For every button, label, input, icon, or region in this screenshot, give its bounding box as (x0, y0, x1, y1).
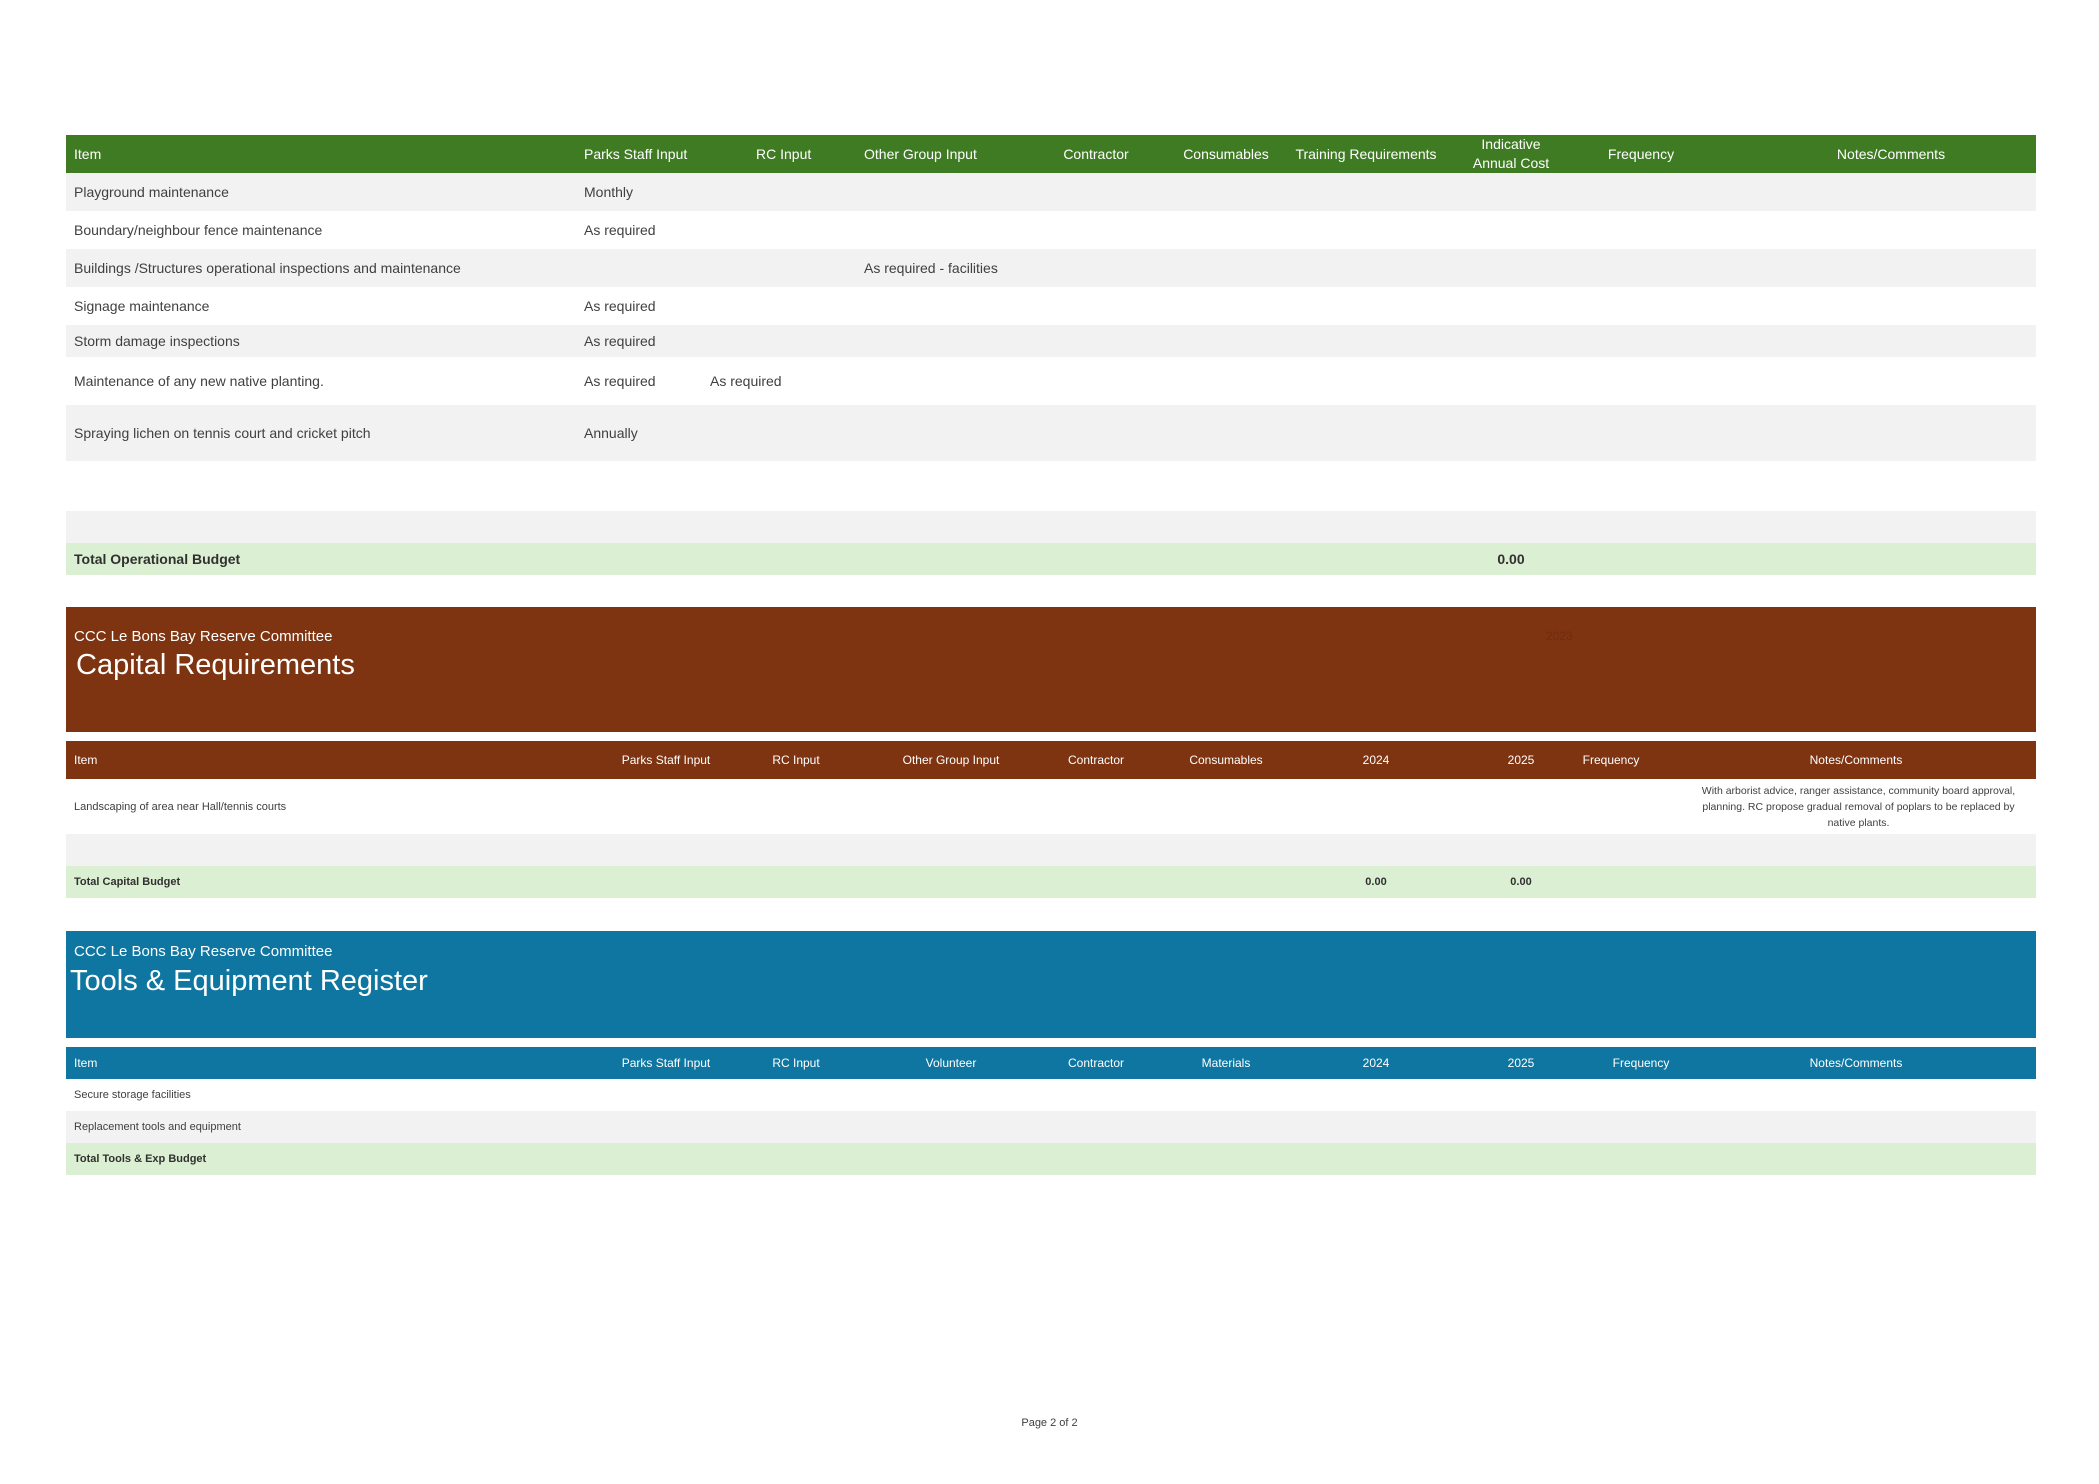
row-notes: With arborist advice, ranger assistance,… (1701, 784, 2016, 829)
table-row: Signage maintenance As required (66, 287, 2036, 325)
row-rc: As required (710, 373, 782, 389)
table-row: Landscaping of area near Hall/tennis cou… (66, 779, 2036, 834)
col-item-header: Item (74, 753, 98, 767)
col-parks-header: Parks Staff Input (584, 146, 688, 162)
table-row: Buildings /Structures operational inspec… (66, 249, 2036, 287)
row-other: As required - facilities (864, 260, 998, 276)
col-cost-header: Indicative Annual Cost (1472, 136, 1550, 171)
col-notes-header: Notes/Comments (1809, 1056, 1903, 1070)
tools-banner: CCC Le Bons Bay Reserve Committee Tools … (66, 931, 2036, 1038)
total-value: 0.00 (1497, 551, 1525, 567)
table-row: Spraying lichen on tennis court and cric… (66, 405, 2036, 461)
row-item: Playground maintenance (74, 184, 229, 200)
row-parks: Annually (584, 425, 638, 441)
col-materials-header: Materials (1201, 1056, 1251, 1070)
total-label: Total Tools & Exp Budget (74, 1153, 207, 1165)
table-row: Secure storage facilities (66, 1079, 2036, 1111)
row-item: Signage maintenance (74, 298, 210, 314)
col-contractor-header: Contractor (1063, 146, 1129, 162)
capital-committee-name: CCC Le Bons Bay Reserve Committee (74, 628, 333, 645)
col-contractor-header: Contractor (1067, 753, 1125, 767)
row-item: Buildings /Structures operational inspec… (74, 260, 461, 276)
col-2024-header: 2024 (1362, 753, 1390, 767)
col-parks-header: Parks Staff Input (621, 1056, 711, 1070)
total-label: Total Operational Budget (74, 551, 241, 567)
table-row-empty (66, 461, 2036, 511)
row-parks: As required (584, 298, 656, 314)
col-item-header: Item (74, 146, 102, 162)
total-row: Total Operational Budget 0.00 (66, 543, 2036, 575)
table-row: Maintenance of any new native planting. … (66, 357, 2036, 405)
col-rc-header: RC Input (772, 753, 820, 767)
row-item: Boundary/neighbour fence maintenance (74, 222, 323, 238)
capital-header-row: Item Parks Staff Input RC Input Other Gr… (66, 741, 2036, 779)
row-parks: As required (584, 222, 656, 238)
total-2024: 0.00 (1365, 876, 1387, 888)
row-item: Spraying lichen on tennis court and cric… (74, 425, 371, 441)
table-row-empty (66, 834, 2036, 866)
total-row: Total Capital Budget 0.00 0.00 (66, 866, 2036, 898)
row-parks: As required (584, 373, 656, 389)
total-row: Total Tools & Exp Budget (66, 1143, 2036, 1175)
col-notes-header: Notes/Comments (1836, 146, 1946, 162)
row-item: Secure storage facilities (74, 1089, 191, 1101)
tools-header-row: Item Parks Staff Input RC Input Voluntee… (66, 1047, 2036, 1079)
total-label: Total Capital Budget (74, 876, 181, 888)
row-item: Replacement tools and equipment (74, 1121, 241, 1133)
col-parks-header: Parks Staff Input (621, 753, 711, 767)
capital-banner: CCC Le Bons Bay Reserve Committee Capita… (66, 607, 2036, 732)
row-item: Storm damage inspections (74, 333, 240, 349)
tools-title: Tools & Equipment Register (70, 965, 428, 997)
table-row: Playground maintenance Monthly (66, 173, 2036, 211)
row-parks: Monthly (584, 184, 634, 200)
col-contractor-header: Contractor (1067, 1056, 1125, 1070)
tools-committee-name: CCC Le Bons Bay Reserve Committee (74, 943, 333, 960)
total-2025: 0.00 (1510, 876, 1532, 888)
col-other-header: Other Group Input (902, 753, 1000, 767)
row-item: Maintenance of any new native planting. (74, 373, 324, 389)
col-rc-header: RC Input (772, 1056, 820, 1070)
col-notes-header: Notes/Comments (1809, 753, 1903, 767)
page-number: Page 2 of 2 (1021, 1417, 1078, 1429)
table-row: Storm damage inspections As required (66, 325, 2036, 357)
capital-faint-year: 2023 (1546, 629, 1573, 643)
col-consumables-header: Consumables (1189, 753, 1263, 767)
capital-title: Capital Requirements (76, 649, 355, 681)
table-row: Replacement tools and equipment (66, 1111, 2036, 1143)
col-volunteer-header: Volunteer (925, 1056, 977, 1070)
col-2024-header: 2024 (1362, 1056, 1390, 1070)
col-item-header: Item (74, 1056, 98, 1070)
col-training-header: Training Requirements (1295, 146, 1437, 162)
table-row-empty (66, 511, 2036, 543)
col-frequency-header: Frequency (1607, 146, 1675, 162)
table-row: Boundary/neighbour fence maintenance As … (66, 211, 2036, 249)
col-other-header: Other Group Input (864, 146, 977, 162)
col-frequency-header: Frequency (1582, 753, 1640, 767)
operational-header-row: Item Parks Staff Input RC Input Other Gr… (66, 135, 2036, 173)
row-item: Landscaping of area near Hall/tennis cou… (74, 800, 287, 813)
row-parks: As required (584, 333, 656, 349)
